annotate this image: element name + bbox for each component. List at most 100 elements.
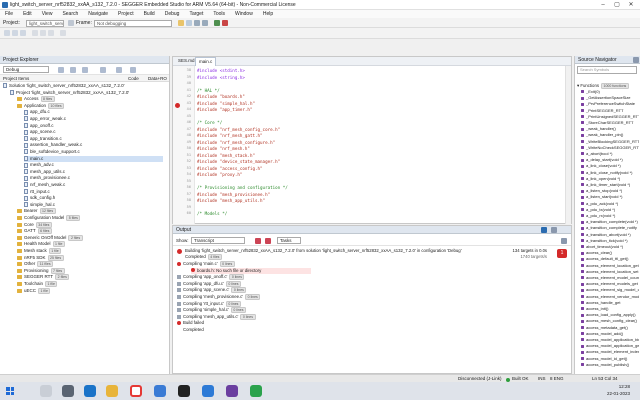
code-line[interactable]: #include "nrf_mesh_config_core.h": [197, 127, 280, 132]
project-combo[interactable]: light_switch_server_n: [26, 19, 64, 27]
code-line[interactable]: #include "nrf_mesh_configure.h": [197, 140, 275, 145]
tree-item[interactable]: app_scene.c: [24, 129, 56, 135]
menu-item-search[interactable]: Search: [57, 10, 83, 18]
error-count-badge[interactable]: 1: [557, 249, 567, 258]
tree-item[interactable]: app_dfu.c: [24, 109, 50, 115]
tree-item[interactable]: sdk_config.h: [24, 195, 55, 201]
add-file-icon[interactable]: [58, 66, 64, 73]
output-row[interactable]: Compiling 'app_dfu.c' 0 lines: [177, 280, 241, 287]
code-line[interactable]: #include "boards.h": [197, 94, 245, 99]
editor-scrollbar[interactable]: [565, 66, 571, 224]
code-line[interactable]: #include "device_state_manager.h": [197, 159, 280, 164]
tree-item[interactable]: Project 'light_switch_server_nrf52832_xx…: [10, 90, 129, 96]
code-line[interactable]: /* HAL */: [197, 88, 220, 93]
tree-item[interactable]: Solution 'light_switch_server_nrf52832_x…: [3, 83, 125, 89]
code-line[interactable]: #include "mesh_stack.h": [197, 153, 255, 158]
tree-item[interactable]: Core 34 files: [17, 221, 52, 228]
search-icon[interactable]: [40, 385, 52, 397]
properties-icon[interactable]: [100, 66, 106, 73]
prev-error-icon[interactable]: [255, 237, 261, 244]
tree-item[interactable]: uECC 1 file: [17, 287, 51, 294]
tree-item[interactable]: nrf_mesh_weak.c: [24, 182, 65, 188]
taskbar-date[interactable]: 22-01-2023: [586, 391, 630, 396]
segger-icon[interactable]: [250, 385, 262, 397]
tree-item[interactable]: app_onoff.c: [24, 123, 53, 129]
file-explorer-icon[interactable]: [106, 385, 118, 397]
terminal-icon[interactable]: [178, 385, 190, 397]
find-icon[interactable]: [60, 30, 66, 36]
filter-icon[interactable]: [116, 66, 122, 73]
run-icon[interactable]: [214, 20, 220, 26]
menu-item-window[interactable]: Window: [230, 10, 258, 18]
config-select[interactable]: Debug: [3, 66, 49, 73]
tree-item[interactable]: Bearer 12 files: [17, 208, 56, 215]
edge-icon[interactable]: [84, 385, 96, 397]
code-line[interactable]: #include <string.h>: [197, 75, 245, 80]
save-all-icon[interactable]: [20, 30, 26, 36]
menu-item-file[interactable]: File: [0, 10, 18, 18]
stop-icon[interactable]: [222, 20, 228, 26]
tree-item[interactable]: rtt_input.c: [24, 189, 50, 195]
col-code[interactable]: Code: [128, 75, 139, 82]
output-row[interactable]: Compiling 'main.c' 0 lines: [177, 261, 235, 267]
tree-item[interactable]: simple_hal.c: [24, 202, 55, 208]
code-line[interactable]: #include "mesh_app_utils.h": [197, 198, 265, 203]
col-data[interactable]: Data+RO: [148, 75, 167, 82]
tree-item[interactable]: mesh_app_utils.c: [24, 169, 65, 175]
code-line[interactable]: #include <stdint.h>: [197, 68, 245, 73]
tree-item[interactable]: Health Model 1 file: [17, 241, 65, 248]
output-row[interactable]: Compiling 'simple_hal.c' 0 lines: [177, 307, 246, 314]
save-icon[interactable]: [178, 20, 184, 26]
build-icon[interactable]: [68, 20, 74, 26]
open-icon[interactable]: [186, 20, 192, 26]
code-area[interactable]: 38 #include <stdint.h> 39 #include <string.…: [173, 68, 571, 224]
vscode-icon[interactable]: [202, 385, 214, 397]
menu-item-debug[interactable]: Debug: [160, 10, 185, 18]
copy-icon[interactable]: [40, 30, 46, 36]
output-settings-icon[interactable]: [561, 237, 567, 244]
tree-item[interactable]: Access 8 files: [17, 96, 55, 103]
navigator-menu-icon[interactable]: [633, 57, 639, 63]
output-row[interactable]: Compiling 'mesh_provisionee.c' 0 lines: [177, 294, 261, 300]
cut-icon[interactable]: [32, 30, 38, 36]
code-line[interactable]: #include "nrf_mesh.h": [197, 146, 250, 151]
code-line[interactable]: /* Models */: [197, 211, 227, 216]
output-row[interactable]: Compiling 'app_onoff.c' 0 lines: [177, 274, 245, 281]
tree-item[interactable]: SEGGER RTT 2 files: [17, 274, 70, 281]
code-line[interactable]: /* Provisioning and configuration */: [197, 185, 288, 190]
menu-item-navigate[interactable]: Navigate: [83, 10, 113, 18]
output-row[interactable]: Compiling 'rtt_input.c' 0 lines: [177, 300, 241, 307]
open-file-icon[interactable]: [12, 30, 18, 36]
paste-icon[interactable]: [48, 30, 54, 36]
menu-item-help[interactable]: Help: [258, 10, 278, 18]
col-project-items[interactable]: Project Items: [3, 75, 29, 82]
function-item[interactable]: access_model_publish(): [581, 362, 639, 368]
tree-item[interactable]: Application 10 files: [17, 102, 65, 109]
tree-item[interactable]: Provisioning 7 files: [17, 267, 65, 274]
tree-item[interactable]: Toolchain 1 file: [17, 281, 58, 287]
tree-item[interactable]: GATT 6 files: [17, 228, 52, 235]
code-line[interactable]: /* Core */: [197, 120, 222, 125]
tree-item[interactable]: app_transition.c: [24, 136, 62, 142]
add-folder-icon[interactable]: [70, 66, 76, 73]
minimize-icon[interactable]: –: [596, 1, 610, 9]
menu-item-tools[interactable]: Tools: [208, 10, 230, 18]
code-line[interactable]: #include "access_config.h": [197, 166, 263, 171]
output-row[interactable]: Completed: [177, 327, 204, 333]
menu-item-view[interactable]: View: [37, 10, 58, 18]
output-row[interactable]: Compiling 'app_scene.c' 0 lines: [177, 287, 247, 294]
menu-item-project[interactable]: Project: [113, 10, 139, 18]
next-error-icon[interactable]: [265, 237, 271, 244]
connection-status[interactable]: Disconnected (J-Link): [458, 376, 502, 381]
code-line[interactable]: #include "mesh_provisionee.h": [197, 192, 270, 197]
frame-combo[interactable]: Not debugging: [94, 19, 172, 27]
new-file-icon[interactable]: [4, 30, 10, 36]
tree-item[interactable]: mesh_adv.c: [24, 162, 54, 168]
tasks-select[interactable]: Tasks: [277, 237, 301, 244]
tab-main-c[interactable]: main.c: [195, 57, 217, 66]
maximize-icon[interactable]: ▢: [610, 1, 624, 9]
tree-item[interactable]: Other 11 files: [17, 261, 54, 268]
tree-item[interactable]: nRF5 SDK 25 files: [17, 254, 64, 261]
code-line[interactable]: #include "app_timer.h": [197, 107, 252, 112]
tree-item[interactable]: assertion_handler_weak.c: [24, 142, 82, 148]
